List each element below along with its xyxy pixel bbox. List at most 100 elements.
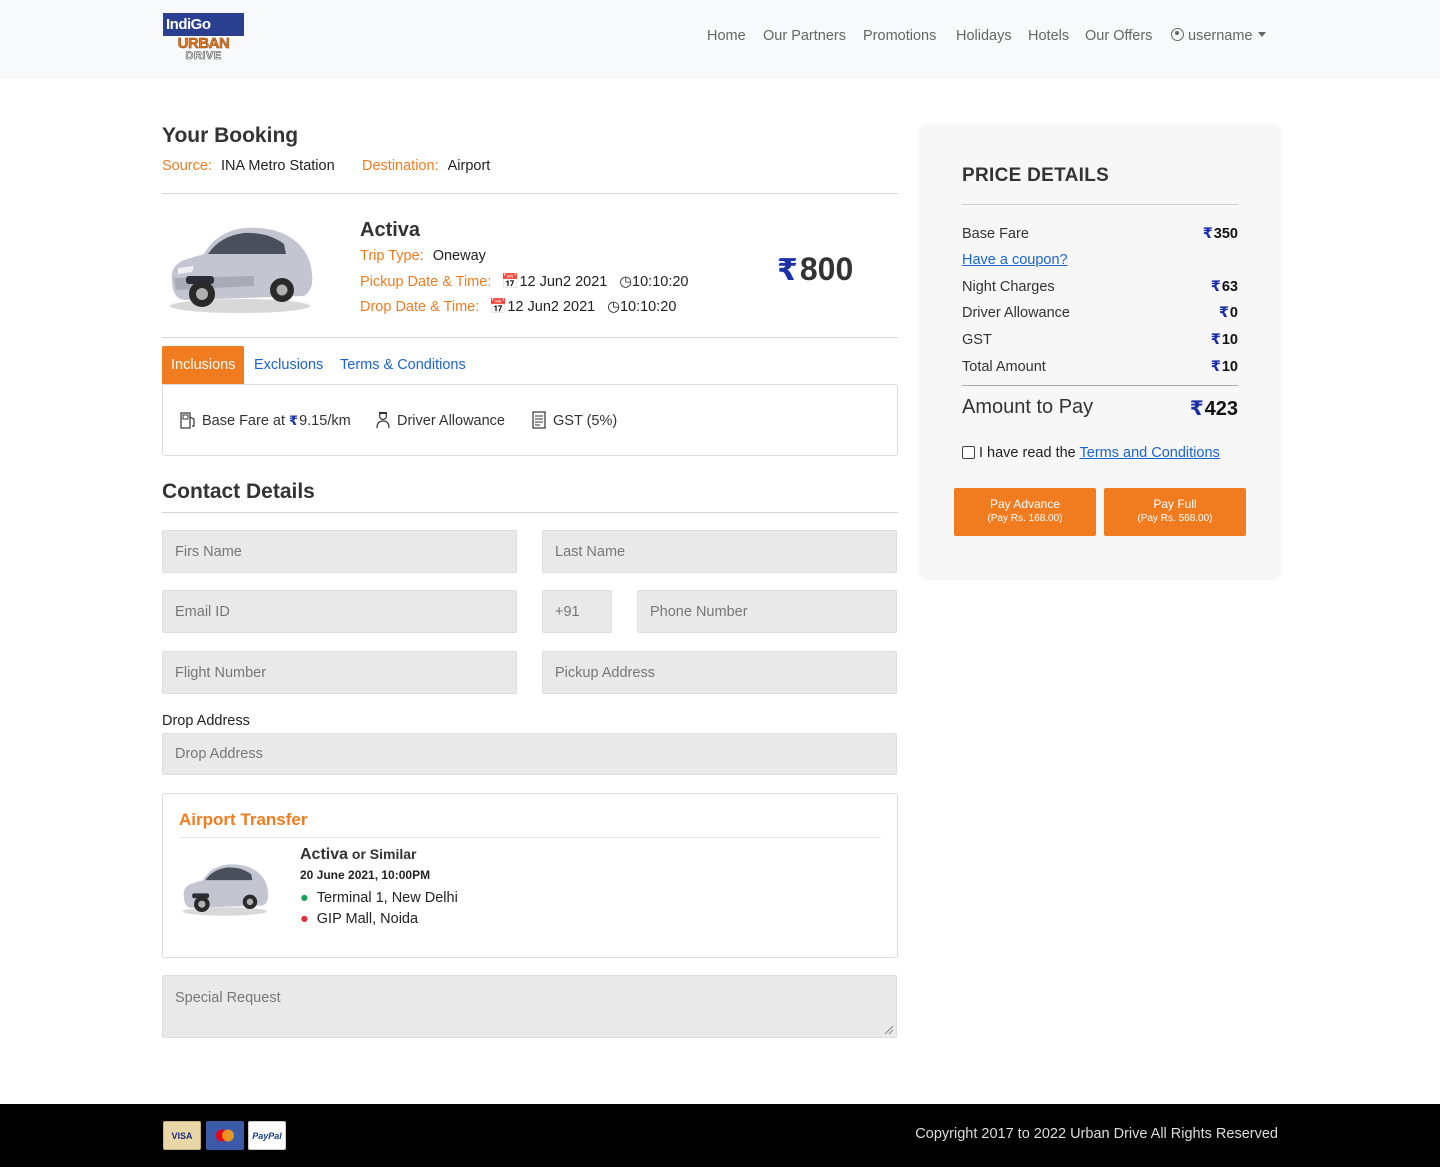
username: username — [1188, 28, 1253, 44]
pickup-date: 12 Jun2 2021 — [519, 274, 608, 290]
drop-address-field[interactable]: Drop Address — [162, 733, 897, 775]
base-fare-value: 9.15/km — [299, 413, 351, 429]
destination: Destination: Airport — [362, 158, 490, 174]
brand-logo[interactable]: IndiGo URBAN DRIVE — [163, 13, 244, 63]
base-fare-prefix: Base Fare at — [202, 413, 286, 429]
gst-label: GST (5%) — [553, 413, 618, 429]
tab-terms[interactable]: Terms & Conditions — [340, 346, 466, 384]
pay-full-button[interactable]: Pay Full (Pay Rs. 568.00) — [1104, 488, 1246, 536]
terms-link[interactable]: Terms and Conditions — [1080, 445, 1220, 461]
airport-transfer-card: Airport Transfer Activa or Similar 20 Ju… — [162, 793, 898, 958]
pay-value: 423 — [1204, 398, 1238, 420]
phone-placeholder: Phone Number — [650, 603, 748, 620]
transfer-car-name: Activa — [300, 846, 349, 863]
drop-date: 12 Jun2 2021 — [507, 299, 596, 315]
price-details-card: PRICE DETAILS Base Fare ₹350 Have a coup… — [921, 124, 1279, 577]
navbar: IndiGo URBAN DRIVE Home Our Partners Pro… — [0, 0, 1440, 76]
booking-price: ₹800 — [777, 251, 853, 288]
route-summary: Source: INA Metro Station — [162, 158, 335, 174]
phone-field[interactable]: Phone Number — [637, 590, 897, 633]
first-name-field[interactable]: Firs Name — [162, 530, 517, 573]
night-charges-row: Night Charges ₹63 — [962, 279, 1238, 295]
amount-to-pay-row: Amount to Pay ₹423 — [962, 396, 1238, 421]
pay-advance-label: Pay Advance — [989, 497, 1061, 511]
copyright-text: Copyright 2017 to 2022 Urban Drive All R… — [915, 1126, 1278, 1142]
terms-checkbox[interactable] — [962, 446, 975, 459]
trip-type: Trip Type: Oneway — [360, 248, 486, 264]
terms-agreement: I have read the Terms and Conditions — [962, 445, 1220, 461]
rupee-icon: ₹ — [1202, 226, 1213, 242]
chevron-down-icon — [1258, 32, 1267, 37]
nav-holidays[interactable]: Holidays — [956, 28, 1012, 44]
tab-inclusions[interactable]: Inclusions — [162, 346, 245, 384]
base-fare-label: Base Fare — [962, 226, 1029, 242]
email-placeholder: Email ID — [175, 603, 230, 620]
nav-promotions[interactable]: Promotions — [863, 28, 936, 44]
pay-advance-button[interactable]: Pay Advance (Pay Rs. 168.00) — [954, 488, 1096, 536]
base-fare-row: Base Fare ₹350 — [962, 226, 1238, 242]
logo-indigo: IndiGo — [163, 13, 244, 36]
last-name-field[interactable]: Last Name — [542, 530, 897, 573]
nav-hotels[interactable]: Hotels — [1028, 28, 1069, 44]
pickup-address-placeholder: Pickup Address — [555, 664, 655, 681]
base-fare-amount: ₹350 — [1203, 226, 1238, 242]
driver-amount: ₹0 — [1219, 305, 1238, 321]
divider — [162, 193, 898, 194]
source-value: INA Metro Station — [221, 158, 335, 174]
resize-handle-icon[interactable] — [884, 1025, 894, 1035]
night-amount: ₹63 — [1211, 279, 1238, 295]
visa-logo: VISA — [163, 1121, 201, 1150]
gst-row: GST ₹10 — [962, 332, 1238, 348]
transfer-to: ● GIP Mall, Noida — [300, 911, 418, 927]
logo-drive: DRIVE — [185, 50, 222, 62]
night-label: Night Charges — [962, 279, 1055, 295]
car-image — [170, 227, 313, 313]
price-details-heading: PRICE DETAILS — [962, 165, 1110, 186]
inclusions-panel: Base Fare at ₹9.15/km Driver Allowance G… — [162, 384, 898, 456]
trip-type-label: Trip Type: — [360, 248, 424, 264]
pay-label: Amount to Pay — [962, 396, 1094, 418]
transfer-title: Airport Transfer — [179, 810, 308, 829]
calendar-icon: 📅 — [501, 274, 520, 290]
driver-allowance-row: Driver Allowance ₹0 — [962, 305, 1238, 321]
email-field[interactable]: Email ID — [162, 590, 517, 633]
pay-amount: ₹423 — [1190, 396, 1238, 421]
pin-icon: ● — [300, 890, 309, 906]
trip-type-value: Oneway — [432, 248, 486, 264]
transfer-car-image — [182, 864, 269, 916]
pickup-address-field[interactable]: Pickup Address — [542, 651, 897, 694]
nav-home[interactable]: Home — [707, 28, 746, 44]
drop-address-label: Drop Address — [162, 713, 250, 729]
first-name-placeholder: Firs Name — [175, 543, 242, 560]
base-fare-value: 350 — [1213, 226, 1238, 242]
clock-icon: ◷ — [619, 274, 633, 290]
inclusion-driver-allowance: Driver Allowance — [375, 411, 505, 429]
nav-our-partners[interactable]: Our Partners — [763, 28, 846, 44]
inclusion-gst: GST (5%) — [531, 411, 617, 429]
nav-our-offers[interactable]: Our Offers — [1085, 28, 1152, 44]
coupon-link[interactable]: Have a coupon? — [962, 252, 1238, 268]
rupee-icon: ₹ — [1210, 332, 1221, 348]
tab-exclusions[interactable]: Exclusions — [254, 346, 323, 384]
fuel-icon — [180, 412, 195, 429]
drop-address-placeholder: Drop Address — [175, 746, 263, 762]
flight-placeholder: Flight Number — [175, 664, 267, 681]
drop-time: 10:10:20 — [619, 299, 677, 315]
footer: VISA PayPal Copyright 2017 to 2022 Urban… — [0, 1104, 1440, 1167]
total-amount: ₹10 — [1211, 359, 1238, 375]
divider — [179, 837, 881, 838]
divider — [962, 385, 1238, 386]
special-request-field[interactable]: Special Request — [162, 975, 897, 1038]
night-value: 63 — [1221, 279, 1238, 295]
flight-number-field[interactable]: Flight Number — [162, 651, 517, 694]
user-menu[interactable]: username — [1171, 28, 1267, 44]
pickup-label: Pickup Date & Time: — [360, 274, 492, 290]
divider — [162, 512, 898, 513]
rupee-icon: ₹ — [1210, 279, 1221, 295]
mastercard-logo — [206, 1121, 244, 1150]
drop-datetime: Drop Date & Time: 📅12 Jun2 2021 ◷10:10:2… — [360, 298, 676, 315]
country-code-field[interactable]: +91 — [542, 590, 612, 633]
driver-icon — [376, 411, 390, 429]
transfer-datetime: 20 June 2021, 10:00PM — [300, 868, 431, 882]
terms-prefix: I have read the — [979, 445, 1076, 461]
